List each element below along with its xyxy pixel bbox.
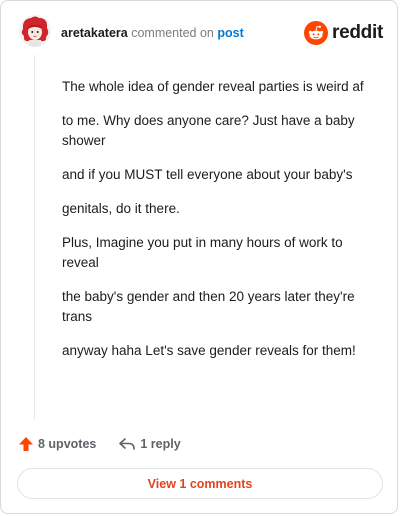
reply-count: 1 reply (140, 437, 181, 451)
comment-paragraph: genitals, do it there. (62, 201, 180, 216)
reddit-logo-icon (304, 21, 329, 45)
comment-paragraph: Plus, Imagine you put in many hours of w… (62, 235, 343, 270)
comment-body: The whole idea of gender reveal parties … (62, 77, 374, 375)
comment-paragraph: and if you MUST tell everyone about your… (62, 167, 353, 182)
user-avatar[interactable] (19, 15, 51, 47)
comment-paragraph: anyway haha Let's save gender reveals fo… (62, 343, 356, 358)
upvote-count: 8 upvotes (38, 437, 97, 451)
avatar-icon (19, 15, 51, 47)
post-link[interactable]: post (217, 26, 243, 40)
comment-actions: 8 upvotes 1 reply (18, 433, 181, 455)
comment-header: aretakatera commented on post reddit (19, 13, 383, 53)
comment-meta: aretakatera commented on post (61, 26, 244, 40)
reddit-wordmark: reddit (332, 22, 383, 43)
comment-card: aretakatera commented on post reddit The… (0, 0, 398, 514)
reply-button[interactable]: 1 reply (118, 436, 181, 452)
thread-line (34, 55, 35, 419)
upvote-button[interactable]: 8 upvotes (18, 436, 96, 452)
reply-icon (119, 438, 136, 450)
comment-paragraph: to me. Why does anyone care? Just have a… (62, 113, 355, 148)
reddit-brand[interactable]: reddit (304, 19, 383, 47)
username-link[interactable]: aretakatera (61, 26, 128, 40)
view-comments-button[interactable]: View 1 comments (17, 468, 383, 499)
meta-action-text: commented on (131, 26, 214, 40)
upvote-arrow-icon (19, 437, 33, 451)
comment-paragraph: The whole idea of gender reveal parties … (62, 79, 364, 94)
comment-paragraph: the baby's gender and then 20 years late… (62, 289, 355, 324)
